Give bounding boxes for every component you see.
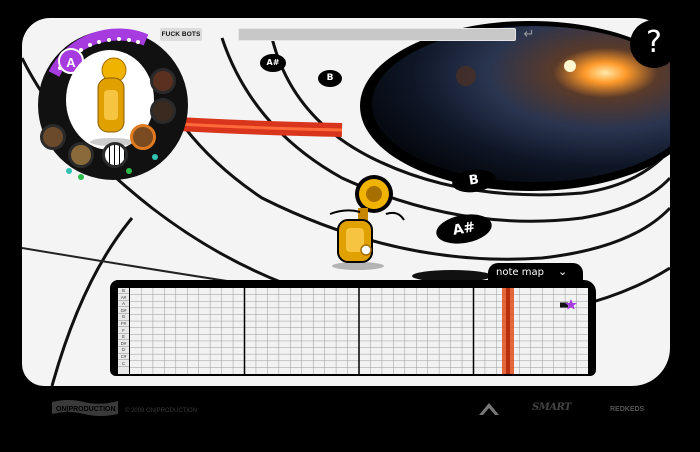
drum-icon[interactable] [40,124,66,150]
pitch-label: D [118,347,129,354]
note-map-title: note map [496,267,544,278]
pitch-label: A# [118,295,129,301]
redkeds-logo[interactable]: REDKEDS [610,406,644,413]
enter-icon[interactable]: ↵ [520,26,538,42]
status-dot-green [78,174,84,180]
bass-icon[interactable] [130,124,156,150]
status-dot-teal [66,168,72,174]
piano-icon[interactable] [102,142,128,168]
note-map-panel: B A# A G# G F# F E D# D C# C [110,280,596,376]
violin-icon[interactable] [150,68,176,94]
guitar-icon[interactable] [150,98,176,124]
pitch-label: G# [118,308,129,314]
pitch-label: G [118,314,129,321]
svg-text:ON|PRODUCTION: ON|PRODUCTION [56,406,116,413]
saxophone-icon[interactable] [68,142,94,168]
note-label-a-sharp: A# [260,54,286,72]
pitch-labels: B A# A G# G F# F E D# D C# C [118,288,129,374]
game-stage: A# B B A# FUCK BOTS ↵ ? A note map ⌄ B A… [0,0,700,452]
copyright-text: © 2008 ON|PRODUCTION [125,408,197,414]
chevron-down-icon[interactable]: ⌄ [558,264,572,280]
arrow-logo-icon[interactable] [477,401,501,417]
pitch-label: B [118,288,129,295]
pitch-label: C [118,361,129,367]
pitch-label: D# [118,341,129,347]
note-label-b: B [318,70,342,87]
pitch-label: F# [118,321,129,328]
chat-input[interactable] [238,28,516,41]
status-dot-green [126,168,132,174]
instrument-wheel: A [28,20,188,180]
status-dot-teal [152,154,158,160]
pitch-label: F [118,328,129,334]
note-grid[interactable] [130,288,588,374]
playhead-core [506,288,510,374]
help-button[interactable]: ? [630,20,678,68]
pitch-label: E [118,334,129,341]
pitch-label: C# [118,354,129,361]
tuba-player[interactable] [326,172,408,272]
onproduction-logo[interactable]: ON|PRODUCTION [50,398,120,418]
smart-logo[interactable]: SMART [532,402,572,413]
pitch-label: A [118,301,129,308]
